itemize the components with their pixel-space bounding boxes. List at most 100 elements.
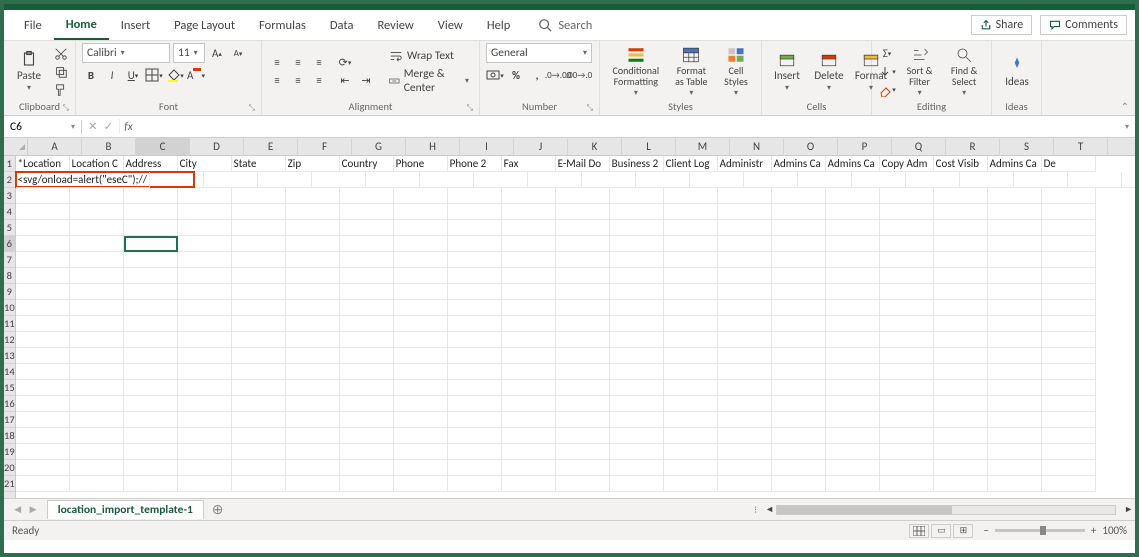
increase-indent-button[interactable]: ⇥ xyxy=(357,73,375,89)
cell[interactable] xyxy=(124,412,178,428)
cell[interactable] xyxy=(394,460,448,476)
cell[interactable] xyxy=(772,428,826,444)
cell[interactable] xyxy=(124,428,178,444)
cell[interactable] xyxy=(70,348,124,364)
cell[interactable] xyxy=(988,396,1042,412)
cell[interactable] xyxy=(610,252,664,268)
cell[interactable] xyxy=(1122,172,1135,188)
cell[interactable] xyxy=(988,444,1042,460)
cell[interactable] xyxy=(394,380,448,396)
cell[interactable] xyxy=(880,332,934,348)
cell[interactable] xyxy=(448,460,502,476)
col-header-D[interactable]: D xyxy=(190,138,244,155)
cell[interactable] xyxy=(988,284,1042,300)
cell[interactable] xyxy=(664,284,718,300)
cell[interactable] xyxy=(232,316,286,332)
cell[interactable] xyxy=(16,364,70,380)
cell[interactable] xyxy=(204,172,258,188)
cell[interactable] xyxy=(502,316,556,332)
cell[interactable] xyxy=(718,236,772,252)
cell[interactable] xyxy=(772,332,826,348)
cell[interactable] xyxy=(502,444,556,460)
cell[interactable]: Country xyxy=(340,156,394,172)
border-button[interactable]: ▾ xyxy=(145,67,163,83)
cell[interactable] xyxy=(502,380,556,396)
cell[interactable] xyxy=(988,220,1042,236)
cell[interactable] xyxy=(178,300,232,316)
cell[interactable] xyxy=(934,284,988,300)
cell[interactable] xyxy=(718,268,772,284)
cell[interactable] xyxy=(286,236,340,252)
cell[interactable] xyxy=(772,348,826,364)
cell[interactable] xyxy=(826,252,880,268)
cell[interactable] xyxy=(610,316,664,332)
cell[interactable] xyxy=(1042,380,1096,396)
cell[interactable] xyxy=(718,428,772,444)
cell[interactable] xyxy=(124,316,178,332)
cell[interactable] xyxy=(988,348,1042,364)
cell[interactable] xyxy=(232,236,286,252)
cell[interactable] xyxy=(70,428,124,444)
merge-center-button[interactable]: Merge & Center▾ xyxy=(385,66,473,96)
cell[interactable] xyxy=(448,316,502,332)
tab-insert[interactable]: Insert xyxy=(109,12,162,39)
zoom-out-button[interactable]: − xyxy=(983,524,988,537)
cell[interactable] xyxy=(772,236,826,252)
cell[interactable] xyxy=(394,348,448,364)
cell[interactable] xyxy=(1042,428,1096,444)
cell[interactable] xyxy=(70,268,124,284)
cell[interactable] xyxy=(502,332,556,348)
cell[interactable] xyxy=(340,412,394,428)
cell[interactable] xyxy=(70,444,124,460)
normal-view-button[interactable] xyxy=(909,524,929,538)
cell[interactable] xyxy=(610,444,664,460)
cell[interactable] xyxy=(502,188,556,204)
col-header-R[interactable]: R xyxy=(946,138,1000,155)
cell[interactable] xyxy=(826,364,880,380)
cell[interactable] xyxy=(934,444,988,460)
cell[interactable] xyxy=(988,428,1042,444)
cell[interactable] xyxy=(826,316,880,332)
cell[interactable] xyxy=(772,300,826,316)
cell[interactable] xyxy=(772,396,826,412)
col-header-M[interactable]: M xyxy=(676,138,730,155)
cell[interactable] xyxy=(394,332,448,348)
cell[interactable] xyxy=(880,412,934,428)
cell[interactable] xyxy=(394,316,448,332)
cell[interactable] xyxy=(826,428,880,444)
cell[interactable] xyxy=(906,172,960,188)
cell[interactable] xyxy=(70,412,124,428)
cell[interactable] xyxy=(556,396,610,412)
cell[interactable] xyxy=(880,428,934,444)
cell[interactable] xyxy=(394,396,448,412)
percent-button[interactable]: % xyxy=(507,67,525,83)
cell[interactable] xyxy=(556,332,610,348)
cell[interactable] xyxy=(178,348,232,364)
cell[interactable] xyxy=(124,252,178,268)
cell[interactable] xyxy=(1042,444,1096,460)
cell[interactable] xyxy=(394,204,448,220)
cell[interactable] xyxy=(934,428,988,444)
cell[interactable] xyxy=(502,476,556,492)
cell[interactable] xyxy=(664,236,718,252)
cell[interactable] xyxy=(988,268,1042,284)
col-header-I[interactable]: I xyxy=(460,138,514,155)
cell[interactable] xyxy=(556,300,610,316)
cell[interactable] xyxy=(340,444,394,460)
cell[interactable] xyxy=(826,332,880,348)
align-middle-button[interactable]: ≡ xyxy=(289,55,307,71)
row-header-12[interactable]: 12 xyxy=(4,332,15,348)
cell[interactable] xyxy=(772,460,826,476)
cell[interactable] xyxy=(448,268,502,284)
cell[interactable] xyxy=(1042,204,1096,220)
cell[interactable] xyxy=(286,444,340,460)
cell[interactable] xyxy=(610,428,664,444)
font-color-button[interactable]: A▾ xyxy=(187,67,205,83)
row-header-17[interactable]: 17 xyxy=(4,412,15,428)
cell[interactable] xyxy=(420,172,474,188)
cell[interactable] xyxy=(880,316,934,332)
cell[interactable] xyxy=(340,220,394,236)
cell[interactable] xyxy=(826,380,880,396)
cell[interactable] xyxy=(394,300,448,316)
number-format-select[interactable]: General▾ xyxy=(486,43,592,63)
